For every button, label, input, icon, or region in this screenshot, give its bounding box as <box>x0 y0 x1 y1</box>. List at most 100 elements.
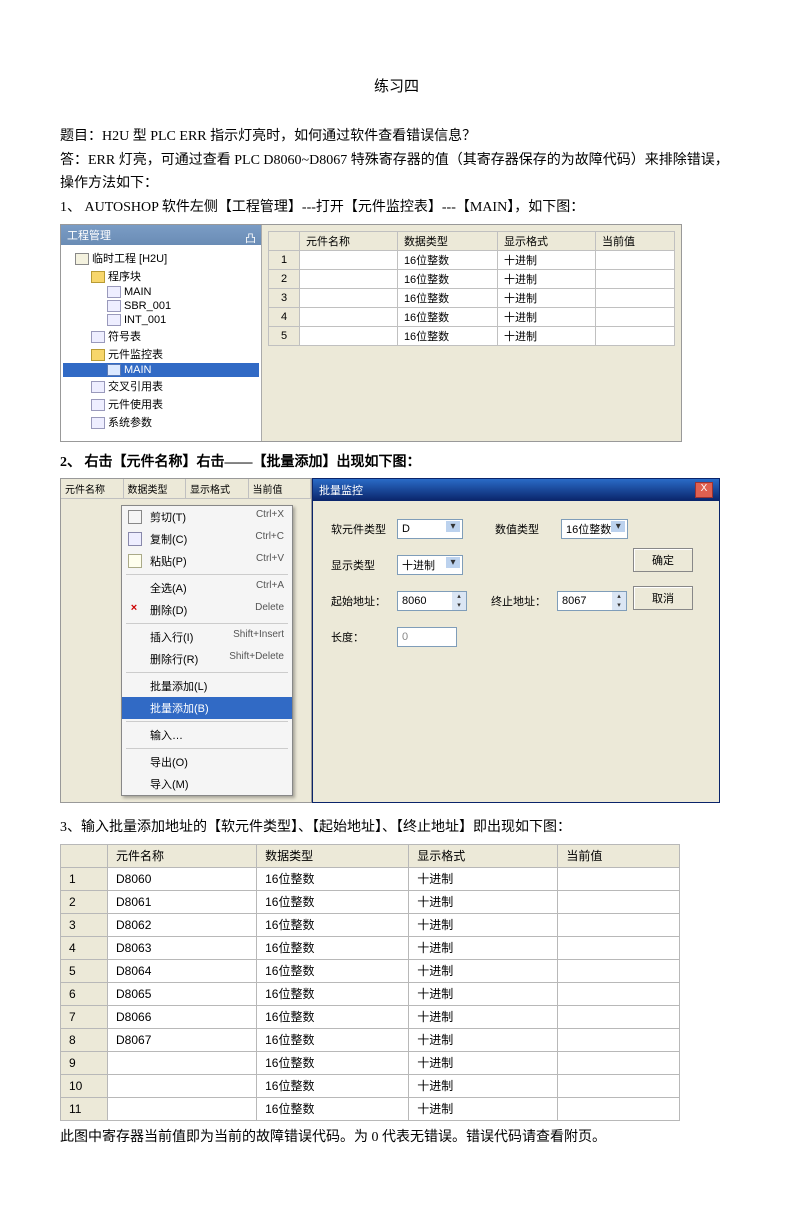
pin-close-icon[interactable]: 凸 × <box>245 230 255 240</box>
menu-item-label: 删除行(R) <box>150 654 198 666</box>
table-row[interactable]: 1116位整数十进制 <box>61 1097 680 1120</box>
menu-item[interactable]: 批量添加(L) <box>122 675 292 697</box>
menu-item[interactable]: 全选(A)Ctrl+A <box>122 577 292 599</box>
tree-panel: 工程管理 凸 × 临时工程 [H2U] 程序块 MAIN SBR_001 INT… <box>61 225 262 441</box>
menu-item-label: 粘贴(P) <box>150 556 187 568</box>
table-row[interactable]: 7D806616位整数十进制 <box>61 1005 680 1028</box>
select-elem-type[interactable]: D <box>397 519 463 539</box>
menu-item[interactable]: 导入(M) <box>122 773 292 795</box>
col-header: 显示格式 <box>409 844 558 867</box>
tree-root[interactable]: 临时工程 [H2U] <box>63 249 259 267</box>
cancel-button[interactable]: 取消 <box>633 586 693 610</box>
cell <box>558 1005 680 1028</box>
screenshot-3: 元件名称数据类型显示格式当前值1D806016位整数十进制2D806116位整数… <box>60 844 680 1121</box>
menu-item[interactable]: 复制(C)Ctrl+C <box>122 528 292 550</box>
close-icon[interactable]: X <box>695 482 713 498</box>
table-row[interactable]: 6D806516位整数十进制 <box>61 982 680 1005</box>
menu-item[interactable]: 输入… <box>122 724 292 746</box>
cell <box>558 867 680 890</box>
table-row[interactable]: 1016位整数十进制 <box>61 1074 680 1097</box>
table-row[interactable]: 3D806216位整数十进制 <box>61 913 680 936</box>
cell: 十进制 <box>409 1005 558 1028</box>
table-row[interactable]: 5D806416位整数十进制 <box>61 959 680 982</box>
select-display-type[interactable]: 十进制 <box>397 555 463 575</box>
menu-item[interactable]: ×删除(D)Delete <box>122 599 292 621</box>
del-icon: × <box>128 603 140 615</box>
dialog-titlebar: 批量监控 X <box>313 479 719 501</box>
cell: 十进制 <box>409 867 558 890</box>
menu-item[interactable]: 导出(O) <box>122 751 292 773</box>
cell: 16位整数 <box>397 326 497 345</box>
col-header: 当前值 <box>595 231 674 250</box>
table-row[interactable]: 416位整数十进制 <box>269 307 675 326</box>
step-2: 2、 右击【元件名称】右击——【批量添加】出现如下图： <box>60 452 733 474</box>
menu-item-label: 全选(A) <box>150 583 187 595</box>
tree-node[interactable]: MAIN <box>63 285 259 299</box>
question: 题目：H2U 型 PLC ERR 指示灯亮时，如何通过软件查看错误信息？ <box>60 126 733 148</box>
cell: 十进制 <box>409 982 558 1005</box>
cell: D8063 <box>108 936 257 959</box>
menu-shortcut: Shift+Delete <box>229 651 284 662</box>
tree-node[interactable]: 系统参数 <box>63 413 259 431</box>
screenshot-2: 元件名称 数据类型 显示格式 当前值 剪切(T)Ctrl+X复制(C)Ctrl+… <box>60 478 720 803</box>
input-length[interactable]: 0 <box>397 627 457 647</box>
tree-node[interactable]: 符号表 <box>63 327 259 345</box>
cell: 十进制 <box>498 269 596 288</box>
col-header: 元件名称 <box>108 844 257 867</box>
menu-shortcut: Shift+Insert <box>233 629 284 640</box>
label-start-addr: 起始地址： <box>331 593 391 609</box>
input-start-addr[interactable]: 8060 <box>397 591 467 611</box>
cell <box>108 1051 257 1074</box>
tree-node[interactable]: SBR_001 <box>63 299 259 313</box>
table-row[interactable]: 316位整数十进制 <box>269 288 675 307</box>
table-row[interactable]: 516位整数十进制 <box>269 326 675 345</box>
menu-item-label: 剪切(T) <box>150 512 186 524</box>
tree-node[interactable]: 元件监控表 <box>63 345 259 363</box>
select-value-type[interactable]: 16位整数 <box>561 519 628 539</box>
cell: 9 <box>61 1051 108 1074</box>
menu-item[interactable]: 批量添加(B) <box>122 697 292 719</box>
cell: 16位整数 <box>257 1097 409 1120</box>
table-row[interactable]: 216位整数十进制 <box>269 269 675 288</box>
header-strip: 元件名称 数据类型 显示格式 当前值 <box>61 479 311 499</box>
tree-node[interactable]: 程序块 <box>63 267 259 285</box>
doc-title: 练习四 <box>60 75 733 96</box>
input-end-addr[interactable]: 8067 <box>557 591 627 611</box>
tree-node[interactable]: INT_001 <box>63 313 259 327</box>
menu-separator <box>126 721 288 722</box>
menu-item[interactable]: 剪切(T)Ctrl+X <box>122 506 292 528</box>
cell: 16位整数 <box>257 1074 409 1097</box>
tree-node[interactable]: 交叉引用表 <box>63 377 259 395</box>
table-row[interactable]: 916位整数十进制 <box>61 1051 680 1074</box>
cell: D8065 <box>108 982 257 1005</box>
cell: 16位整数 <box>397 307 497 326</box>
cell <box>595 326 674 345</box>
strip-cell: 当前值 <box>249 479 312 498</box>
table-row[interactable]: 4D806316位整数十进制 <box>61 936 680 959</box>
ok-button[interactable]: 确定 <box>633 548 693 572</box>
cell <box>558 890 680 913</box>
step-3: 3、输入批量添加地址的【软元件类型】、【起始地址】、【终止地址】即出现如下图： <box>60 817 733 839</box>
cell: 1 <box>269 250 300 269</box>
tree-node-main-selected[interactable]: MAIN <box>63 363 259 377</box>
cell: 十进制 <box>498 288 596 307</box>
menu-separator <box>126 574 288 575</box>
screenshot-1: 工程管理 凸 × 临时工程 [H2U] 程序块 MAIN SBR_001 INT… <box>60 224 682 442</box>
cell: 2 <box>269 269 300 288</box>
menu-item-label: 插入行(I) <box>150 632 193 644</box>
cell <box>558 982 680 1005</box>
table-row[interactable]: 2D806116位整数十进制 <box>61 890 680 913</box>
label-end-addr: 终止地址： <box>491 593 551 609</box>
menu-item[interactable]: 删除行(R) Shift+Delete <box>122 648 292 670</box>
menu-item[interactable]: 粘贴(P)Ctrl+V <box>122 550 292 572</box>
menu-shortcut: Delete <box>255 602 284 613</box>
box-icon <box>75 253 89 265</box>
table-row[interactable]: 116位整数十进制 <box>269 250 675 269</box>
table-row[interactable]: 1D806016位整数十进制 <box>61 867 680 890</box>
tree-title-text: 工程管理 <box>67 227 111 243</box>
table-row[interactable]: 8D806716位整数十进制 <box>61 1028 680 1051</box>
tree-node[interactable]: 元件使用表 <box>63 395 259 413</box>
cell: 10 <box>61 1074 108 1097</box>
menu-item[interactable]: 插入行(I) Shift+Insert <box>122 626 292 648</box>
menu-shortcut: Ctrl+C <box>255 531 284 542</box>
